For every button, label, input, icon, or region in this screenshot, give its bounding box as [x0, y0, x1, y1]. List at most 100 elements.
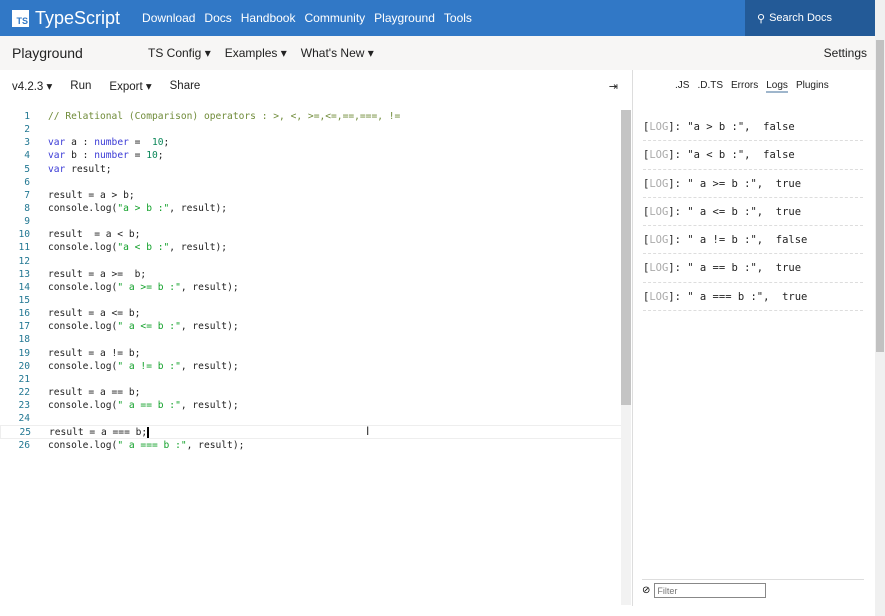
page-title: Playground — [12, 45, 83, 61]
code-token: , result); — [180, 400, 239, 412]
line-number: 23 — [18, 400, 30, 412]
code-token: " a != b :" — [117, 360, 181, 372]
log-tag: LOG — [649, 262, 669, 275]
editor-scrollbar[interactable] — [621, 110, 631, 605]
code-token: , result); — [169, 202, 228, 214]
top-nav: TS TypeScript Download Docs Handbook Commun… — [0, 0, 875, 36]
no-filter-icon[interactable]: ⊘ — [642, 585, 650, 596]
whats-new-menu[interactable]: What's New ▾ — [301, 46, 374, 60]
filter-input[interactable] — [654, 583, 767, 598]
code-token: result = a < b; — [48, 229, 141, 241]
line-number: 11 — [18, 242, 30, 254]
log-tag: LOG — [649, 121, 669, 133]
code-token: = — [128, 150, 147, 162]
tab-dts[interactable]: .D.TS — [697, 80, 723, 93]
code-line: 11 console.log("a < b :", result); — [0, 241, 621, 254]
code-line: 6 — [0, 176, 621, 189]
code-line: 14 console.log(" a >= b :", result); — [0, 281, 621, 294]
settings-button[interactable]: Settings — [824, 46, 867, 60]
tab-errors[interactable]: Errors — [731, 80, 758, 93]
nav-link-handbook[interactable]: Handbook — [241, 11, 296, 25]
line-number: 2 — [24, 124, 30, 136]
code-token: , result); — [180, 281, 239, 293]
code-line: 7 result = a > b; — [0, 189, 621, 202]
code-line: 13 result = a >= b; — [0, 268, 621, 281]
line-number: 4 — [24, 150, 30, 162]
nav-link-tools[interactable]: Tools — [444, 11, 472, 25]
search-icon: ⚲ — [757, 12, 766, 25]
export-menu[interactable]: Export ▾ — [109, 79, 151, 93]
code-token: console.log( — [48, 321, 118, 333]
log-list: [LOG]: "a > b :", false [LOG]: "a < b :",… — [643, 113, 863, 312]
code-token: var — [48, 150, 66, 162]
line-number: 3 — [24, 137, 30, 149]
examples-menu[interactable]: Examples ▾ — [225, 46, 287, 60]
code-line: 16 result = a <= b; — [0, 307, 621, 320]
line-number: 14 — [18, 281, 30, 293]
code-token: result = a > b; — [48, 189, 135, 201]
log-entry: [LOG]: " a <= b :", true — [643, 198, 863, 227]
code-token: " a >= b :" — [117, 281, 181, 293]
code-line: 12 — [0, 255, 621, 268]
code-token: ; — [157, 150, 164, 162]
code-line: 20 console.log(" a != b :", result); — [0, 360, 621, 373]
page-scrollbar[interactable] — [875, 0, 885, 616]
code-token: console.log( — [48, 360, 118, 372]
code-token: result; — [65, 163, 112, 175]
log-entry: [LOG]: " a != b :", false — [643, 226, 863, 255]
share-button[interactable]: Share — [170, 80, 201, 92]
main-nav: Download Docs Handbook Community Playground T… — [142, 9, 481, 27]
log-tag: LOG — [649, 149, 669, 162]
nav-link-download[interactable]: Download — [142, 11, 195, 25]
nav-link-playground[interactable]: Playground — [374, 11, 435, 25]
line-number: 6 — [24, 176, 30, 188]
ts-logo-icon: TS — [12, 9, 29, 27]
nav-link-community[interactable]: Community — [304, 11, 365, 25]
code-token: " a == b :" — [117, 400, 181, 412]
code-line: 2 — [0, 123, 621, 136]
log-filter: ⊘ — [642, 579, 864, 598]
typescript-logo[interactable]: TS TypeScript — [12, 8, 142, 29]
code-token: result = a == b; — [48, 386, 141, 398]
line-number: 1 — [24, 111, 30, 122]
code-token: " a === b :" — [117, 439, 187, 451]
code-token: b : — [65, 150, 95, 162]
code-token: 10 — [151, 137, 164, 149]
code-line: 1 // Relational (Comparison) operators : … — [0, 110, 621, 123]
editor-scrollbar-thumb[interactable] — [621, 110, 631, 405]
log-message: " a <= b :", true — [687, 205, 802, 218]
tab-js[interactable]: .JS — [675, 80, 689, 93]
log-message: " a != b :", false — [687, 234, 808, 247]
collapse-sidebar-icon[interactable]: ⇥ — [609, 80, 618, 93]
code-editor[interactable]: 1 // Relational (Comparison) operators : … — [0, 110, 621, 605]
line-number: 5 — [24, 163, 30, 175]
line-number: 8 — [24, 202, 30, 214]
code-line: 15 — [0, 294, 621, 307]
brand-name: TypeScript — [35, 7, 121, 28]
tab-plugins[interactable]: Plugins — [796, 80, 829, 93]
code-token: result = a <= b; — [48, 308, 141, 320]
log-message: "a > b :", false — [687, 121, 795, 133]
line-number: 26 — [18, 439, 30, 451]
line-number: 19 — [18, 347, 30, 359]
log-tag: LOG — [649, 290, 669, 303]
code-token: console.log( — [48, 242, 118, 254]
line-number: 21 — [18, 373, 30, 385]
code-line: 5 var result; — [0, 163, 621, 176]
page-scrollbar-thumb[interactable] — [876, 40, 884, 352]
ts-config-menu[interactable]: TS Config ▾ — [148, 46, 211, 60]
run-button[interactable]: Run — [70, 80, 91, 92]
line-number: 22 — [18, 386, 30, 398]
code-line: 21 — [0, 373, 621, 386]
line-number: 7 — [24, 189, 30, 201]
nav-link-docs[interactable]: Docs — [204, 11, 231, 25]
line-number: 24 — [18, 413, 30, 425]
code-token: number — [94, 150, 129, 162]
log-entry: [LOG]: "a > b :", false — [643, 113, 863, 142]
version-select[interactable]: v4.2.3 ▾ — [12, 79, 52, 93]
log-entry: [LOG]: " a >= b :", true — [643, 170, 863, 198]
panel-divider[interactable] — [632, 70, 633, 606]
search-docs-button[interactable]: ⚲ Search Docs — [745, 0, 875, 36]
tab-logs[interactable]: Logs — [766, 80, 788, 93]
code-token: var — [48, 137, 66, 149]
